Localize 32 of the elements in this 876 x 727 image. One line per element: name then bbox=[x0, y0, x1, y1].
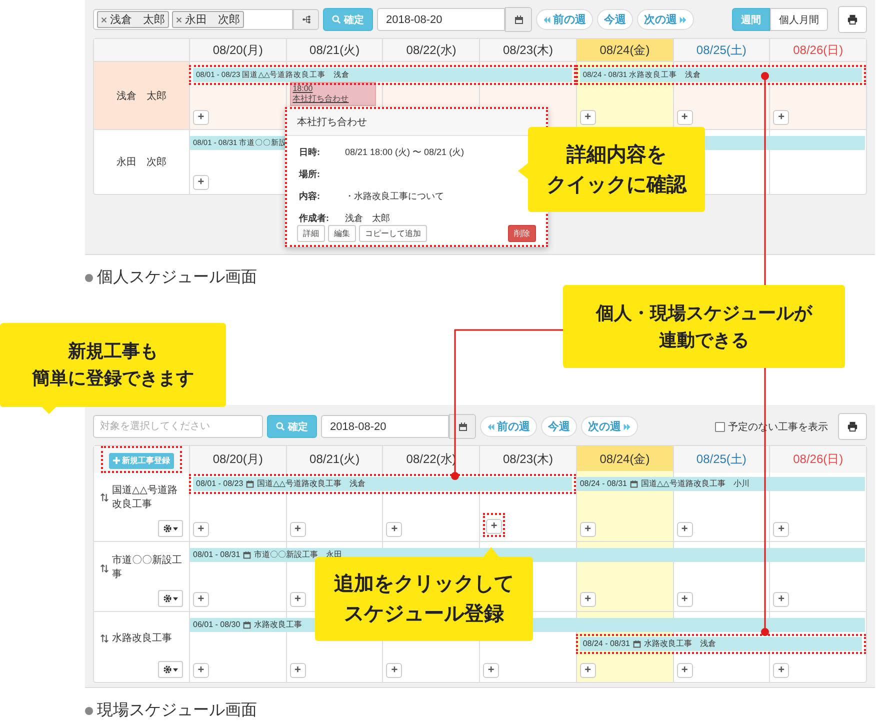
day-header: 08/26(日) bbox=[769, 39, 866, 61]
field-label: 内容: bbox=[299, 190, 321, 203]
field-label: 場所: bbox=[299, 168, 321, 181]
project-name: 国道△△号道路改良工事 bbox=[112, 484, 178, 512]
screen-caption: 個人スケジュール画面 bbox=[97, 268, 257, 288]
day-header: 08/23(木) bbox=[479, 39, 576, 61]
day-header: 08/20(月) bbox=[189, 39, 286, 61]
day-header: 08/21(火) bbox=[286, 39, 382, 61]
field-label: 作成者: bbox=[299, 212, 330, 225]
field-label: 日時: bbox=[299, 146, 321, 159]
project-name: 市道〇〇新設工事 bbox=[112, 554, 183, 582]
field-value: ・水路改良工事について bbox=[345, 190, 445, 203]
day-header: 08/25(土) bbox=[672, 39, 770, 61]
day-header: 08/24(金) bbox=[576, 446, 673, 472]
callout-tooltip: 追加をクリックして スケジュール登録 bbox=[315, 557, 533, 641]
popup-title: 本社打ち合わせ bbox=[287, 109, 546, 136]
person-name: 永田 次郎 bbox=[116, 156, 168, 170]
callout-tooltip: 個人・現場スケジュールが 連動できる bbox=[563, 285, 845, 368]
day-header: 08/22(水) bbox=[382, 39, 480, 61]
person-name: 浅倉 太郎 bbox=[94, 62, 189, 129]
day-header: 08/24(金) bbox=[576, 39, 673, 61]
project-name: 水路改良工事 bbox=[112, 632, 172, 646]
day-header: 08/25(土) bbox=[672, 446, 770, 472]
day-header: 08/26(日) bbox=[769, 446, 866, 472]
callout-tooltip: 詳細内容を クイックに確認 bbox=[528, 127, 705, 212]
screen-caption: 現場スケジュール画面 bbox=[97, 701, 257, 721]
callout-tooltip: 新規工事も 簡単に登録できます bbox=[0, 323, 226, 407]
day-header: 08/20(月) bbox=[189, 446, 286, 472]
day-header: 08/21(火) bbox=[286, 446, 382, 472]
day-header: 08/23(木) bbox=[479, 446, 576, 472]
field-value: 浅倉 太郎 bbox=[345, 212, 391, 225]
field-value: 08/21 18:00 (火) 〜 08/21 (火) bbox=[345, 146, 466, 159]
